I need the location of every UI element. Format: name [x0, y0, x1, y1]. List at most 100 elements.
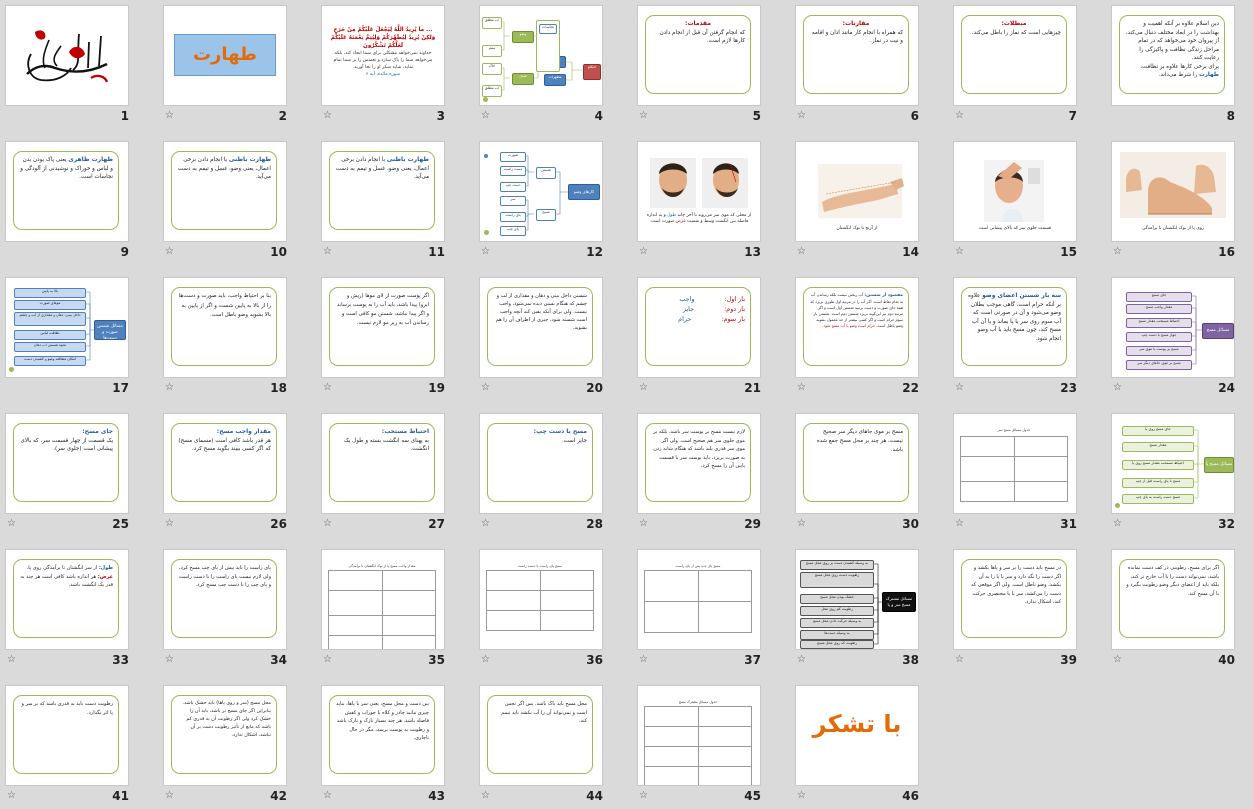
- mindmap-node: مطهرات: [544, 74, 566, 86]
- animation-star-icon: ☆: [955, 382, 964, 393]
- slide-thumb-14[interactable]: از آرنج تا نوک انگشتان 14 ☆: [795, 141, 919, 259]
- slide-24-canvas: مسائل مسح جای مسح مقدار واجب مسح احتیاط …: [1111, 277, 1235, 378]
- slide-thumb-7[interactable]: مبطلات: چیزهایی است که نماز را باطل می‌ک…: [953, 5, 1077, 123]
- mindmap-node: آب مطلق: [482, 85, 502, 97]
- animation-star-icon: ☆: [481, 382, 490, 393]
- slide-thumb-37[interactable]: مسح پای چپ پس از پای راست 37 ☆: [637, 549, 761, 667]
- slide-thumb-11[interactable]: طهارت باطنی با انجام دادن برخی اعمال، یع…: [321, 141, 445, 259]
- slide-thumb-1[interactable]: 1: [5, 5, 129, 123]
- slide-thumb-3[interactable]: ... ما یُرِیدُ اللَّهُ لِیَجْعَلَ عَلَیْ…: [321, 5, 445, 123]
- slide-40-canvas: اگر برای مسح، رطوبتی در کف دست نمانده با…: [1111, 549, 1235, 650]
- slide-thumb-43[interactable]: بین دست و محل مسح، یعنی سر یا پاها، نبای…: [321, 685, 445, 803]
- animation-star-icon: ☆: [481, 790, 490, 801]
- slide-44-canvas: محل مسح باید پاک باشد. پس اگر نجس است و …: [479, 685, 603, 786]
- slide-thumb-17[interactable]: مسائل شستن صورت و دست‌ها بالا به پایین م…: [5, 277, 129, 395]
- slide-22-tail: حرام است وضو با آب مسح شود.: [822, 323, 876, 328]
- slide-thumb-24[interactable]: مسائل مسح جای مسح مقدار واجب مسح احتیاط …: [1111, 277, 1235, 395]
- slide-30-textbox: مسح بر موی جاهای دیگر سر صحیح نیست، هر چ…: [803, 423, 909, 502]
- slide-number: 27: [428, 517, 445, 531]
- mindmap-root-node: مسائل مسح پا: [1204, 457, 1234, 473]
- slide-thumb-19[interactable]: اگر پوست صورت از لای موها (ریش و ابرو) پ…: [321, 277, 445, 395]
- slide-20-body: شستن داخل بینی و دهان و مقداری از لب و چ…: [495, 293, 587, 331]
- slide-thumb-25[interactable]: جای مسح: یک قسمت از چهار قسمت سر، که بال…: [5, 413, 129, 531]
- slide-thumb-39[interactable]: در مسح باید دست را بر سر و پاها بکشد و ا…: [953, 549, 1077, 667]
- animation-star-icon: ☆: [955, 518, 964, 529]
- animation-star-icon: ☆: [797, 518, 806, 529]
- slide-thumb-26[interactable]: مقدار واجب مسح: هر قدر باشد کافی است (مس…: [163, 413, 287, 531]
- slide-thumb-18[interactable]: بنا بر احتیاط واجب، باید صورت و دست‌ها ر…: [163, 277, 287, 395]
- slide-22-canvas: مقصود از شستن: آب ریختن نیست بلکه رساندن…: [795, 277, 919, 378]
- mindmap-leaf: پای چپ: [500, 226, 526, 236]
- bismillah-calligraphy-icon: [26, 30, 109, 83]
- slide-21-textbox: بار اول: واجب بار دوم: جایز بار سوم: حرا…: [645, 287, 751, 366]
- slide-thumb-35[interactable]: مقدار واجب مسح پا از نوک انگشتان تا برآم…: [321, 549, 445, 667]
- mindmap-bullet: [9, 367, 14, 372]
- mindmap-node: خاک: [482, 63, 502, 75]
- mindmap-leaf: مسح دست راست به پای چپ: [1122, 494, 1194, 504]
- animation-star-icon: ☆: [165, 518, 174, 529]
- mindmap-leaf: به وسیله حرکت دادن محل مسح: [800, 618, 874, 628]
- slide-thumb-42[interactable]: محل مسح (سر و روی پاها) باید خشک باشد. ب…: [163, 685, 287, 803]
- slide-8-textbox: دین اسلام علاوه بر آنکه اهمیت و بهداشت ر…: [1119, 15, 1225, 94]
- slide-33-title-b: عرض:: [97, 573, 113, 580]
- mindmap-leaf: به وسیله دست‌ها: [800, 630, 874, 640]
- slide-thumb-34[interactable]: پای راست را باید پیش از پای چپ مسح کرد، …: [163, 549, 287, 667]
- slide-27-body: به پهنای سه انگشت بسته و طول یک انگشت.: [343, 437, 429, 453]
- slide-number: 26: [270, 517, 287, 531]
- slide-29-textbox: لازم نیست مسح بر پوست سر باشد، بلکه بر م…: [645, 423, 751, 502]
- slide-thumb-5[interactable]: مقدمات: که انجام گرفتن آن قبل از انجام د…: [637, 5, 761, 123]
- slide-thumb-38[interactable]: مسائل مشترک مسح سر و پا به وسیله کشیدن د…: [795, 549, 919, 667]
- slide-thumb-22[interactable]: مقصود از شستن: آب ریختن نیست بلکه رساندن…: [795, 277, 919, 395]
- animation-star-icon: ☆: [639, 518, 648, 529]
- slide-34-body: پای راست را باید پیش از پای چپ مسح کرد، …: [178, 565, 271, 588]
- slide-thumb-30[interactable]: مسح بر موی جاهای دیگر سر صحیح نیست، هر چ…: [795, 413, 919, 531]
- slide-thumb-29[interactable]: لازم نیست مسح بر پوست سر باشد، بلکه بر م…: [637, 413, 761, 531]
- mindmap-leaf: پای راست: [500, 212, 526, 222]
- slide-21-row: بار اول: واجب: [679, 295, 745, 303]
- slide-thumb-28[interactable]: مسح با دست چپ: جایز است. 28 ☆: [479, 413, 603, 531]
- animation-star-icon: ☆: [481, 110, 490, 121]
- slide-13-canvas: از محلی که موی سر می‌روید تا آخر چانه طو…: [637, 141, 761, 242]
- slide-thumb-12[interactable]: کارهای وضو شستن مسح صورت دست راست دست چپ…: [479, 141, 603, 259]
- mindmap-node: آب مطلق: [482, 17, 502, 29]
- slide-thumb-46[interactable]: با تشکر 46 ☆: [795, 685, 919, 803]
- slide-thumb-23[interactable]: سه بار شستن اعضای وضو علاوه بر آنکه حرام…: [953, 277, 1077, 395]
- slide-thumb-8[interactable]: دین اسلام علاوه بر آنکه اهمیت و بهداشت ر…: [1111, 5, 1235, 123]
- slide-36-canvas: مسح پای راست با دست راست: [479, 549, 603, 650]
- slide-thumb-9[interactable]: طهارت ظاهری یعنی پاک بودن بدن و لباس و خ…: [5, 141, 129, 259]
- slide-thumb-32[interactable]: مسائل مسح پا جای مسح روی پا مقدار مسح اح…: [1111, 413, 1235, 531]
- slide-thumb-40[interactable]: اگر برای مسح، رطوبتی در کف دست نمانده با…: [1111, 549, 1235, 667]
- slide-thumb-36[interactable]: مسح پای راست با دست راست 36 ☆: [479, 549, 603, 667]
- mindmap-leaf: احتیاط مستحب مقدار مسح: [1126, 318, 1192, 328]
- slide-11-textbox: طهارت باطنی با انجام دادن برخی اعمال، یع…: [329, 151, 435, 230]
- slide-thumb-21[interactable]: بار اول: واجب بار دوم: جایز بار سوم: حرا…: [637, 277, 761, 395]
- slide-7-canvas: مبطلات: چیزهایی است که نماز را باطل می‌ک…: [953, 5, 1077, 106]
- slide-thumb-4[interactable]: احکام طهارت مطهرات نجاسات وضو غسل آب مطل…: [479, 5, 603, 123]
- slide-thumb-20[interactable]: شستن داخل بینی و دهان و مقداری از لب و چ…: [479, 277, 603, 395]
- slide-15-caption: قسمت جلوی سر که بالای پیشانی است: [978, 226, 1052, 231]
- slide-number: 22: [902, 381, 919, 395]
- animation-star-icon: ☆: [1113, 382, 1122, 393]
- animation-star-icon: ☆: [165, 790, 174, 801]
- slide-number: 9: [120, 245, 129, 259]
- slide-3-quote: ... ما یُرِیدُ اللَّهُ لِیَجْعَلَ عَلَیْ…: [328, 26, 438, 79]
- slide-thumb-31[interactable]: جدول مسائل مسح سر 31 ☆: [953, 413, 1077, 531]
- slide-31-table: [960, 436, 1068, 502]
- slide-thumb-16[interactable]: روی پا از نوک انگشتان تا برآمدگی 16 ☆: [1111, 141, 1235, 259]
- slide-thumb-33[interactable]: طول: از سر انگشتان تا برآمدگی روی پا. عر…: [5, 549, 129, 667]
- slide-5-canvas: مقدمات: که انجام گرفتن آن قبل از انجام د…: [637, 5, 761, 106]
- slide-thumb-6[interactable]: مقارنات: که همراه با انجام کار مانند اذا…: [795, 5, 919, 123]
- slide-thumb-15[interactable]: قسمت جلوی سر که بالای پیشانی است 15 ☆: [953, 141, 1077, 259]
- slide-9-textbox: طهارت ظاهری یعنی پاک بودن بدن و لباس و خ…: [13, 151, 119, 230]
- slide-thumb-13[interactable]: از محلی که موی سر می‌روید تا آخر چانه طو…: [637, 141, 761, 259]
- slide-thumb-41[interactable]: رطوبت دست باید به قدری باشد که بر سر و پ…: [5, 685, 129, 803]
- slide-thumb-2[interactable]: طهارت 2 ☆: [163, 5, 287, 123]
- slide-thumb-27[interactable]: احتیاط مستحب: به پهنای سه انگشت بسته و ط…: [321, 413, 445, 531]
- mindmap-leaf: مقدار مسح: [1122, 442, 1194, 452]
- slide-thumb-44[interactable]: محل مسح باید پاک باشد. پس اگر نجس است و …: [479, 685, 603, 803]
- slide-thumb-10[interactable]: طهارت باطنی با انجام دادن برخی اعمال، یع…: [163, 141, 287, 259]
- slide-2-canvas: طهارت: [163, 5, 287, 106]
- slide-thumb-45[interactable]: جدول مسائل مشترک مسح 45 ☆: [637, 685, 761, 803]
- slide-21-row: بار سوم: حرام: [678, 315, 745, 323]
- mindmap-leaf: مسح با پای راست قبل از چپ: [1122, 478, 1194, 488]
